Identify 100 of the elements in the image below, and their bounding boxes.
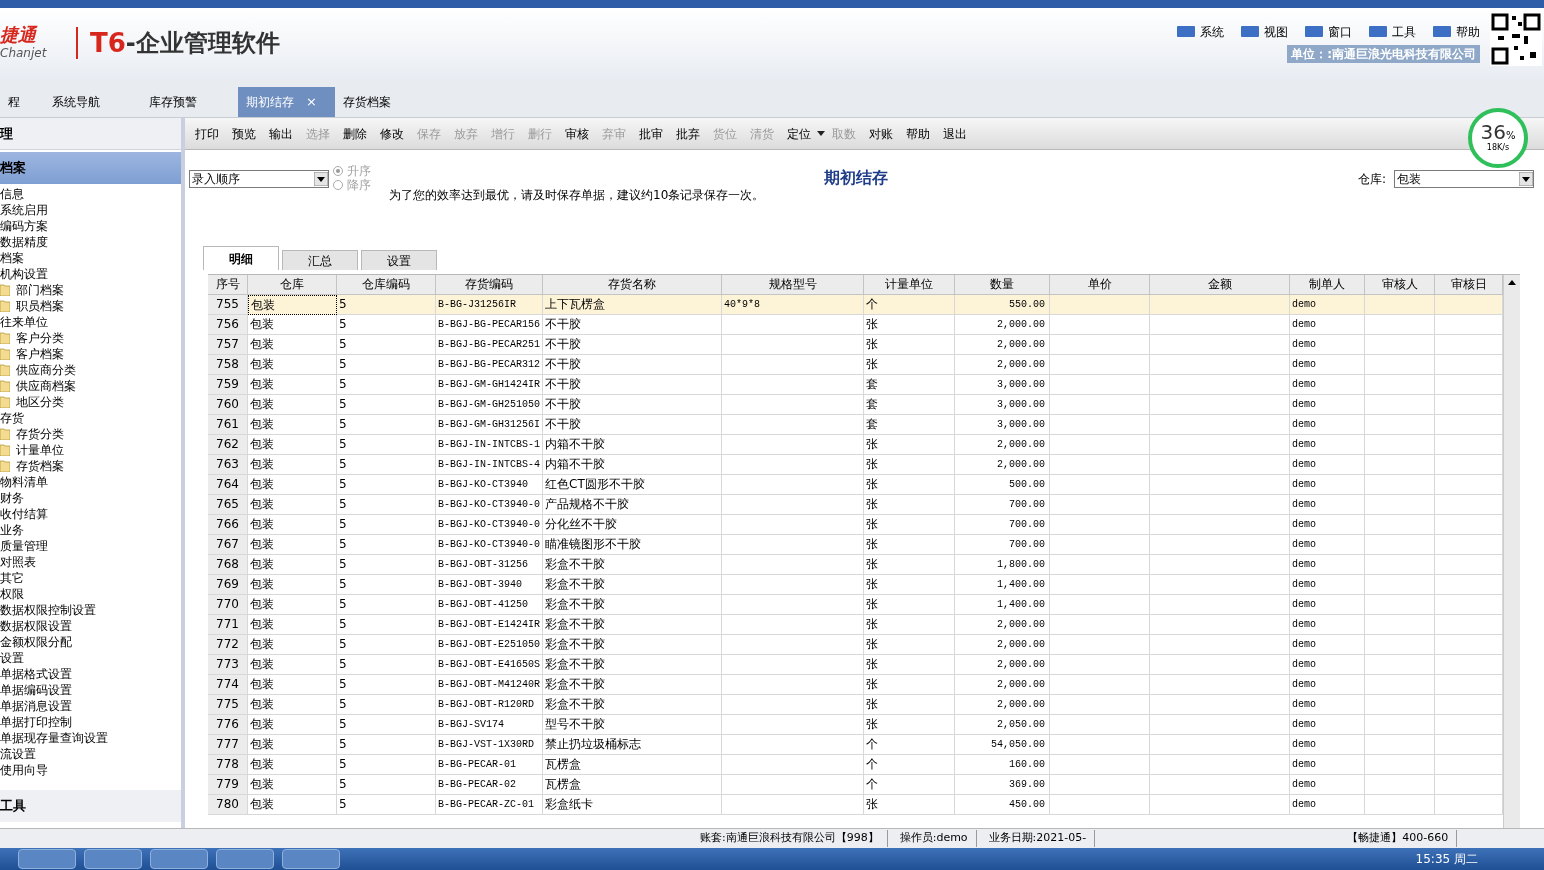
sidebar-item[interactable]: 地区分类: [16, 394, 64, 410]
tab[interactable]: 系统导航: [44, 87, 141, 117]
sidebar-item[interactable]: 职员档案: [16, 298, 64, 314]
sidebar-item[interactable]: 客户分类: [16, 330, 64, 346]
table-row[interactable]: 774 包装 5 B-BGJ-OBT-M41240R 彩盒不干胶 张 2,000.00 demo: [208, 675, 1503, 695]
sidebar-item[interactable]: 计量单位: [16, 442, 64, 458]
menu-item[interactable]: 工具: [1392, 23, 1416, 41]
table-row[interactable]: 773 包装 5 B-BGJ-OBT-E41650S 彩盒不干胶 张 2,000.00 demo: [208, 655, 1503, 675]
sidebar-item[interactable]: 数据权限控制设置: [0, 602, 96, 618]
sidebar-item[interactable]: 客户档案: [16, 346, 64, 362]
sidebar-section[interactable]: 档案: [0, 152, 181, 184]
sidebar-item[interactable]: 对照表: [0, 554, 36, 570]
sidebar-item[interactable]: 档案: [0, 250, 24, 266]
radio-button[interactable]: [333, 180, 343, 190]
sidebar-item[interactable]: 单据编码设置: [0, 682, 72, 698]
table-row[interactable]: 756 包装 5 B-BGJ-BG-PECAR156 不干胶 张 2,000.00 demo: [208, 315, 1503, 335]
sidebar-item[interactable]: 数据精度: [0, 234, 48, 250]
taskbar-button[interactable]: [282, 849, 340, 869]
taskbar-button[interactable]: [84, 849, 142, 869]
sidebar-item[interactable]: 设置: [0, 650, 24, 666]
tab[interactable]: 设置: [361, 250, 437, 270]
table-row[interactable]: 777 包装 5 B-BGJ-VST-1X30RD 禁止扔垃圾桶标志 个 54,050.00 demo: [208, 735, 1503, 755]
table-row[interactable]: 766 包装 5 B-BGJ-KO-CT3940-0 分化丝不干胶 张 700.00 demo: [208, 515, 1503, 535]
toolbar-button[interactable]: 批审: [633, 122, 669, 145]
toolbar-button[interactable]: 打印: [189, 122, 225, 145]
sidebar-item[interactable]: 金额权限分配: [0, 634, 72, 650]
sidebar-item[interactable]: 流设置: [0, 746, 36, 762]
tab[interactable]: 存货档案: [335, 87, 432, 117]
menu-item[interactable]: 窗口: [1328, 23, 1352, 41]
taskbar-button[interactable]: [216, 849, 274, 869]
table-row[interactable]: 755 包装 5 B-BG-J31256IR 上下瓦楞盒 40*9*8 个 550.00 demo: [208, 295, 1503, 315]
sidebar-item[interactable]: 质量管理: [0, 538, 48, 554]
table-row[interactable]: 758 包装 5 B-BGJ-BG-PECAR312 不干胶 张 2,000.00 demo: [208, 355, 1503, 375]
sidebar-item[interactable]: 往来单位: [0, 314, 48, 330]
sidebar-item[interactable]: 编码方案: [0, 218, 48, 234]
table-row[interactable]: 771 包装 5 B-BGJ-OBT-E1424IR 彩盒不干胶 张 2,000.00 demo: [208, 615, 1503, 635]
table-row[interactable]: 772 包装 5 B-BGJ-OBT-E251050 彩盒不干胶 张 2,000.00 demo: [208, 635, 1503, 655]
table-row[interactable]: 759 包装 5 B-BGJ-GM-GH1424IR 不干胶 套 3,000.00 demo: [208, 375, 1503, 395]
sidebar-footer[interactable]: 工具: [0, 790, 181, 822]
sidebar-item[interactable]: 存货: [0, 410, 24, 426]
sidebar-item[interactable]: 信息: [0, 186, 24, 202]
table-row[interactable]: 775 包装 5 B-BGJ-OBT-R120RD 彩盒不干胶 张 2,000.00 demo: [208, 695, 1503, 715]
sidebar-item[interactable]: 机构设置: [0, 266, 48, 282]
sidebar-item[interactable]: 使用向导: [0, 762, 48, 778]
toolbar-button[interactable]: 对账: [863, 122, 899, 145]
sidebar-item[interactable]: 系统启用: [0, 202, 48, 218]
sidebar-header[interactable]: 理: [0, 118, 181, 150]
sidebar-item[interactable]: 业务: [0, 522, 24, 538]
menu-item[interactable]: 系统: [1200, 23, 1224, 41]
toolbar-button[interactable]: 批弃: [670, 122, 706, 145]
sidebar-item[interactable]: 供应商档案: [16, 378, 76, 394]
table-row[interactable]: 763 包装 5 B-BGJ-IN-INTCBS-4 内箱不干胶 张 2,000.00 demo: [208, 455, 1503, 475]
table-row[interactable]: 780 包装 5 B-BG-PECAR-ZC-01 彩盒纸卡 张 450.00 demo: [208, 795, 1503, 815]
sidebar-item[interactable]: 供应商分类: [16, 362, 76, 378]
table-row[interactable]: 769 包装 5 B-BGJ-OBT-3940 彩盒不干胶 张 1,400.00 demo: [208, 575, 1503, 595]
table-row[interactable]: 776 包装 5 B-BGJ-SV174 型号不干胶 张 2,050.00 demo: [208, 715, 1503, 735]
dropdown-caret-icon[interactable]: [817, 130, 825, 137]
tab[interactable]: 库存预警: [141, 87, 238, 117]
tab[interactable]: 明细: [203, 246, 279, 270]
toolbar-button[interactable]: 帮助: [900, 122, 936, 145]
table-row[interactable]: 764 包装 5 B-BGJ-KO-CT3940 红色CT圆形不干胶 张 500.00 demo: [208, 475, 1503, 495]
toolbar-button[interactable]: 修改: [374, 122, 410, 145]
menu-item[interactable]: 视图: [1264, 23, 1288, 41]
sort-select[interactable]: 录入顺序: [189, 170, 329, 188]
taskbar-button[interactable]: [150, 849, 208, 869]
table-row[interactable]: 770 包装 5 B-BGJ-OBT-41250 彩盒不干胶 张 1,400.00 demo: [208, 595, 1503, 615]
sidebar-item[interactable]: 单据消息设置: [0, 698, 72, 714]
sidebar-item[interactable]: 其它: [0, 570, 24, 586]
sidebar-item[interactable]: 物料清单: [0, 474, 48, 490]
table-row[interactable]: 778 包装 5 B-BG-PECAR-01 瓦楞盒 个 160.00 demo: [208, 755, 1503, 775]
sidebar-item[interactable]: 单据打印控制: [0, 714, 72, 730]
table-row[interactable]: 760 包装 5 B-BGJ-GM-GH251050 不干胶 套 3,000.00 demo: [208, 395, 1503, 415]
sidebar-item[interactable]: 存货分类: [16, 426, 64, 442]
sidebar-item[interactable]: 单据现存量查询设置: [0, 730, 108, 746]
warehouse-select[interactable]: 包装: [1394, 170, 1534, 188]
tab[interactable]: 程: [0, 87, 44, 117]
table-row[interactable]: 779 包装 5 B-BG-PECAR-02 瓦楞盒 个 369.00 demo: [208, 775, 1503, 795]
table-row[interactable]: 761 包装 5 B-BGJ-GM-GH31256I 不干胶 套 3,000.00 demo: [208, 415, 1503, 435]
radio-button[interactable]: [333, 166, 343, 176]
sidebar-item[interactable]: 单据格式设置: [0, 666, 72, 682]
table-row[interactable]: 765 包装 5 B-BGJ-KO-CT3940-0 产品规格不干胶 张 700.00 demo: [208, 495, 1503, 515]
sidebar-item[interactable]: 收付结算: [0, 506, 48, 522]
toolbar-button[interactable]: 定位: [781, 122, 817, 145]
table-row[interactable]: 757 包装 5 B-BGJ-BG-PECAR251 不干胶 张 2,000.00 demo: [208, 335, 1503, 355]
taskbar-button[interactable]: [18, 849, 76, 869]
table-row[interactable]: 768 包装 5 B-BGJ-OBT-31256 彩盒不干胶 张 1,800.00 demo: [208, 555, 1503, 575]
tab[interactable]: 汇总: [282, 250, 358, 270]
table-row[interactable]: 762 包装 5 B-BGJ-IN-INTCBS-1 内箱不干胶 张 2,000.00 demo: [208, 435, 1503, 455]
sidebar-item[interactable]: 财务: [0, 490, 24, 506]
toolbar-button[interactable]: 输出: [263, 122, 299, 145]
toolbar-button[interactable]: 预览: [226, 122, 262, 145]
sidebar-item[interactable]: 部门档案: [16, 282, 64, 298]
sidebar-item[interactable]: 数据权限设置: [0, 618, 72, 634]
toolbar-button[interactable]: 审核: [559, 122, 595, 145]
toolbar-button[interactable]: 退出: [937, 122, 973, 145]
table-row[interactable]: 767 包装 5 B-BGJ-KO-CT3940-0 瞄准镜图形不干胶 张 700.00 demo: [208, 535, 1503, 555]
sidebar-item[interactable]: 存货档案: [16, 458, 64, 474]
sidebar-item[interactable]: 权限: [0, 586, 24, 602]
toolbar-button[interactable]: 删除: [337, 122, 373, 145]
menu-item[interactable]: 帮助: [1456, 23, 1480, 41]
